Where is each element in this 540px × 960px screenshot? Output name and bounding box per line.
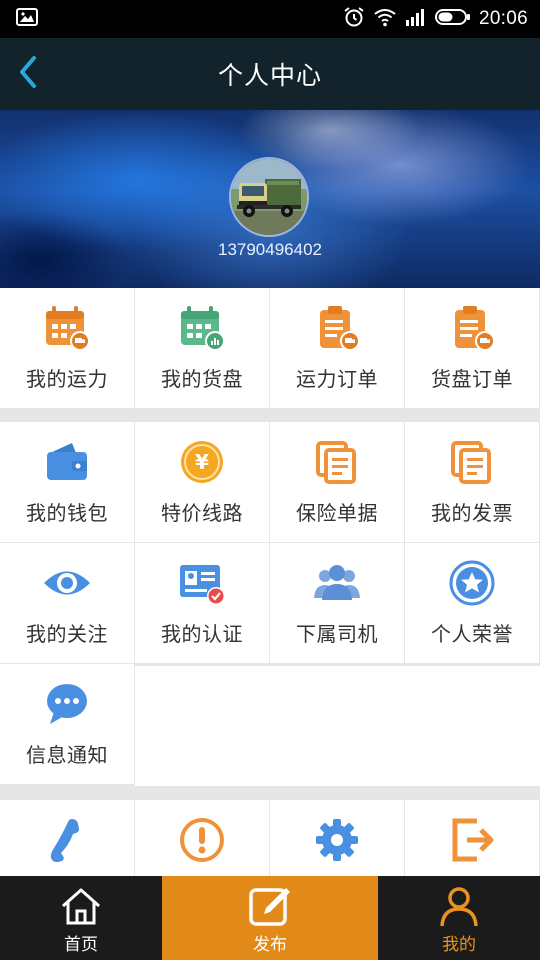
nav-mine[interactable]: 我的 [378,876,540,960]
grid-item-label: 我的关注 [26,622,108,646]
header-bar: 个人中心 [0,38,540,110]
alert-icon [180,818,224,862]
gallery-notification-icon [16,8,38,30]
avatar[interactable] [229,157,309,237]
clipboard-truck-icon [455,306,495,351]
grid-item-certification[interactable]: 我的认证 [135,543,269,663]
signal-icon [405,7,427,31]
chat-bubble-icon [47,684,87,724]
star-badge-icon [449,560,495,606]
grid-item-label: 我的发票 [431,501,513,525]
eye-icon [44,571,90,595]
profile-banner: 13790496402 [0,110,540,288]
grid-item-label: 保险单据 [296,501,378,525]
page-title: 个人中心 [217,61,322,90]
grid-item-label: 个人荣誉 [431,622,513,646]
order-grid: 我的运力 我的货盘 运力订单 货盘订单 [0,288,540,409]
status-bar: 20:06 [0,0,540,38]
grid-item-my-cargo[interactable]: 我的货盘 [135,288,269,408]
nav-home[interactable]: 首页 [0,876,162,960]
grid-item-label: 我的钱包 [26,501,108,525]
nav-publish[interactable]: 发布 [162,876,378,960]
grid-item-label: 货盘订单 [431,367,513,391]
grid-item-special-routes[interactable]: ¥ 特价线路 [135,422,269,542]
grid-item-my-capacity[interactable]: 我的运力 [0,288,134,408]
grid-item-capacity-orders[interactable]: 运力订单 [270,288,404,408]
documents-icon [451,441,491,484]
documents-icon [316,441,356,484]
wifi-icon [373,7,397,31]
grid-item-insurance[interactable]: 保险单据 [270,422,404,542]
group-icon [314,565,360,600]
chevron-left-icon [16,54,40,94]
grid-item-cargo-orders[interactable]: 货盘订单 [405,288,539,408]
status-time: 20:06 [478,8,528,29]
grid-item-wallet[interactable]: 我的钱包 [0,422,134,542]
services-grid: 我的钱包 ¥ 特价线路 保险单据 我的发票 我的关注 我的认证 下属司机 个人荣… [0,422,540,785]
grid-item-honors[interactable]: 个人荣誉 [405,543,539,663]
nav-mine-label: 我的 [442,935,476,955]
id-card-icon [180,565,225,605]
nav-publish-label: 发布 [253,935,287,955]
battery-icon [434,8,471,30]
alarm-icon [343,6,365,32]
grid-item-following[interactable]: 我的关注 [0,543,134,663]
calendar-truck-icon [46,306,90,351]
wallet-icon [47,443,87,480]
calendar-chart-icon [181,306,225,351]
grid-item-invoice[interactable]: 我的发票 [405,422,539,542]
bottom-nav: 首页 发布 我的 [0,876,540,960]
yuan-coin-icon: ¥ [181,441,223,483]
grid-item-label: 运力订单 [296,367,378,391]
logout-icon [452,818,494,862]
grid-item-subordinate-drivers[interactable]: 下属司机 [270,543,404,663]
grid-item-label: 我的认证 [161,622,243,646]
grid-item-notifications[interactable]: 信息通知 [0,664,134,784]
phone-icon [50,819,79,863]
grid-item-label: 下属司机 [296,622,378,646]
svg-text:¥: ¥ [195,450,209,474]
home-icon [62,888,100,925]
app-root: 20:06 个人中心 13790496402 我的运力 我的货盘 运力订单 货盘… [0,0,540,960]
grid-item-label: 我的运力 [26,367,108,391]
grid-item-label: 我的货盘 [161,367,243,391]
edit-icon [249,888,290,926]
nav-home-label: 首页 [64,935,98,955]
grid-item-label: 信息通知 [26,743,108,767]
gear-icon [316,819,358,861]
truck-avatar-icon [231,159,307,235]
back-button[interactable] [4,48,52,100]
clipboard-truck-icon [320,306,360,351]
phone-number: 13790496402 [217,240,322,259]
grid-item-label: 特价线路 [161,501,243,525]
user-icon [440,887,478,927]
